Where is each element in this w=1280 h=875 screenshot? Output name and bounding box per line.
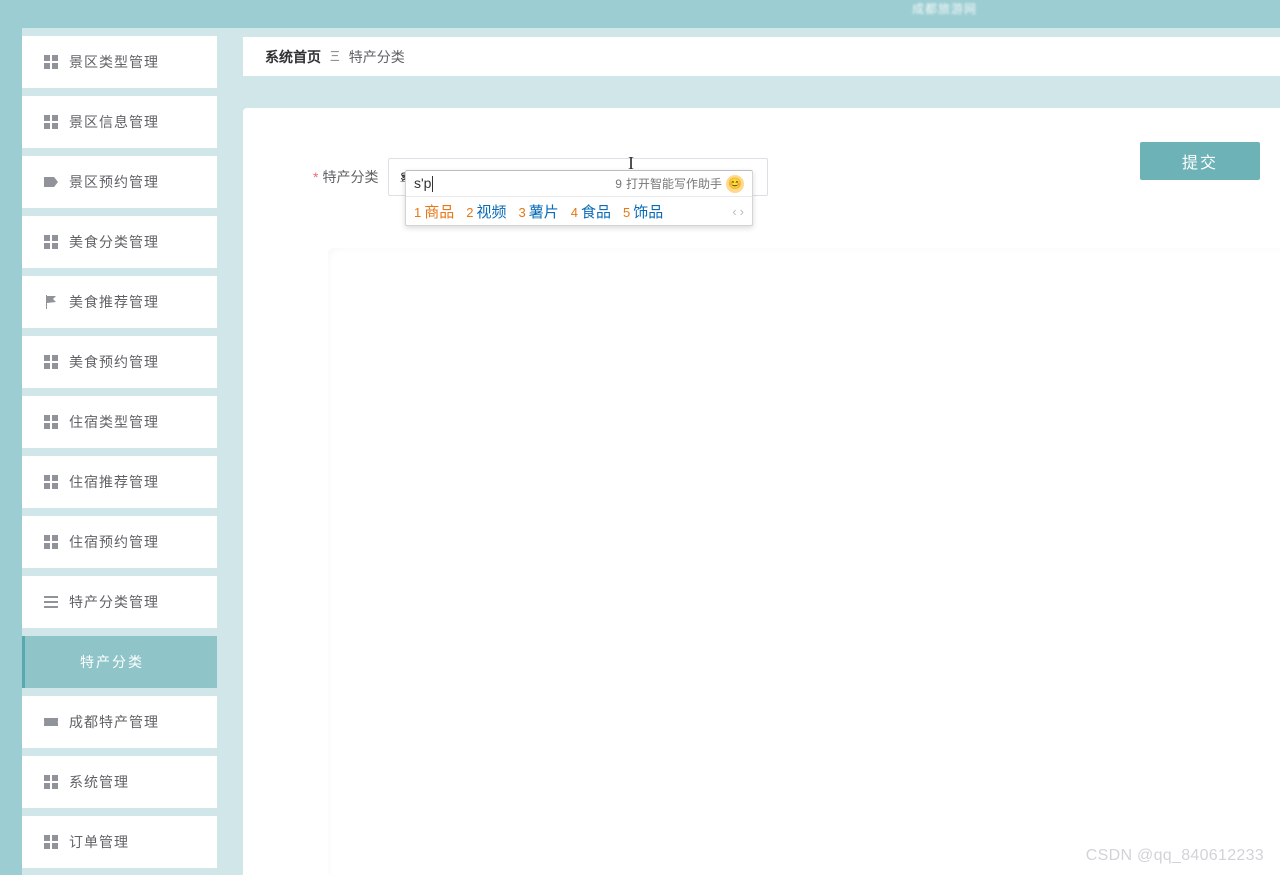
ime-candidate-1[interactable]: 1商品 bbox=[414, 201, 454, 222]
content-panel: * 特产分类 sp 提交 bbox=[243, 108, 1280, 875]
ime-candidate-5[interactable]: 5饰品 bbox=[623, 201, 663, 222]
ime-cand-text: 薯片 bbox=[529, 201, 559, 222]
sidebar-item-label: 订单管理 bbox=[69, 832, 129, 852]
ime-prev-page[interactable]: ‹ bbox=[732, 204, 736, 219]
sidebar-item-10[interactable]: 特产分类 bbox=[22, 636, 217, 688]
sidebar-item-label: 住宿推荐管理 bbox=[69, 472, 159, 492]
ime-assist-hint[interactable]: 9 打开智能写作助手 😊 bbox=[615, 175, 744, 193]
ime-composition-row: s'p 9 打开智能写作助手 😊 bbox=[406, 171, 752, 197]
top-header-bar: 成都旅游网 bbox=[22, 0, 1280, 28]
sidebar-item-12[interactable]: 系统管理 bbox=[22, 756, 217, 808]
sidebar-item-label: 特产分类 bbox=[80, 652, 144, 672]
breadcrumb: 系统首页 Ξ 特产分类 bbox=[243, 37, 1280, 76]
ime-candidate-4[interactable]: 4食品 bbox=[571, 201, 611, 222]
ime-cand-text: 商品 bbox=[424, 201, 454, 222]
sidebar-item-0[interactable]: 景区类型管理 bbox=[22, 36, 217, 88]
ime-cand-num: 1 bbox=[414, 205, 421, 220]
submit-button[interactable]: 提交 bbox=[1140, 142, 1260, 180]
sidebar-item-9[interactable]: 特产分类管理 bbox=[22, 576, 217, 628]
sidebar-item-label: 住宿预约管理 bbox=[69, 532, 159, 552]
sidebar-item-label: 美食预约管理 bbox=[69, 352, 159, 372]
sidebar-item-4[interactable]: 美食推荐管理 bbox=[22, 276, 217, 328]
list-icon bbox=[44, 595, 58, 609]
sidebar-item-label: 美食推荐管理 bbox=[69, 292, 159, 312]
left-edge-strip bbox=[0, 0, 22, 875]
sidebar-item-label: 特产分类管理 bbox=[69, 592, 159, 612]
ime-cand-num: 2 bbox=[466, 205, 473, 220]
grid-icon bbox=[44, 55, 58, 69]
ime-cand-num: 5 bbox=[623, 205, 630, 220]
sidebar-item-7[interactable]: 住宿推荐管理 bbox=[22, 456, 217, 508]
field-label-category: 特产分类 bbox=[322, 167, 378, 187]
grid-icon bbox=[44, 115, 58, 129]
required-marker: * bbox=[313, 169, 318, 185]
sidebar-item-label: 景区预约管理 bbox=[69, 172, 159, 192]
grid-icon bbox=[44, 775, 58, 789]
ime-cand-text: 食品 bbox=[581, 201, 611, 222]
ime-cand-text: 视频 bbox=[476, 201, 506, 222]
ime-assist-emoji-icon: 😊 bbox=[726, 175, 744, 193]
ime-candidate-3[interactable]: 3薯片 bbox=[519, 201, 559, 222]
sidebar-nav: 景区类型管理景区信息管理景区预约管理美食分类管理美食推荐管理美食预约管理住宿类型… bbox=[22, 28, 217, 875]
sidebar-item-13[interactable]: 订单管理 bbox=[22, 816, 217, 868]
ime-pinyin: s'p bbox=[414, 176, 433, 192]
flag-icon bbox=[44, 295, 58, 309]
watermark-text: CSDN @qq_840612233 bbox=[1086, 847, 1264, 865]
sidebar-item-label: 景区类型管理 bbox=[69, 52, 159, 72]
sidebar-item-11[interactable]: 成都特产管理 bbox=[22, 696, 217, 748]
content-blank-area bbox=[328, 248, 1280, 875]
sidebar-item-label: 系统管理 bbox=[69, 772, 129, 792]
ime-cand-num: 3 bbox=[519, 205, 526, 220]
ime-cand-num: 4 bbox=[571, 205, 578, 220]
breadcrumb-separator-icon: Ξ bbox=[330, 48, 340, 65]
ime-next-page[interactable]: › bbox=[740, 204, 744, 219]
grid-icon bbox=[44, 415, 58, 429]
grid-icon bbox=[44, 475, 58, 489]
sidebar-item-1[interactable]: 景区信息管理 bbox=[22, 96, 217, 148]
ime-popup: s'p 9 打开智能写作助手 😊 1商品 2视频 3薯片 4食品 5饰品 ‹ › bbox=[405, 170, 753, 226]
sidebar-item-label: 美食分类管理 bbox=[69, 232, 159, 252]
ime-cand-text: 饰品 bbox=[633, 201, 663, 222]
sidebar-item-6[interactable]: 住宿类型管理 bbox=[22, 396, 217, 448]
label-icon bbox=[44, 175, 58, 189]
ime-assist-number: 9 bbox=[615, 177, 622, 191]
ime-candidates-row: 1商品 2视频 3薯片 4食品 5饰品 ‹ › bbox=[406, 197, 752, 225]
sidebar-item-label: 住宿类型管理 bbox=[69, 412, 159, 432]
sidebar-item-label: 成都特产管理 bbox=[69, 712, 159, 732]
ticket-icon bbox=[44, 715, 58, 729]
breadcrumb-home[interactable]: 系统首页 bbox=[265, 47, 321, 67]
ime-candidate-2[interactable]: 2视频 bbox=[466, 201, 506, 222]
grid-icon bbox=[44, 235, 58, 249]
sidebar-item-3[interactable]: 美食分类管理 bbox=[22, 216, 217, 268]
ime-assist-text: 打开智能写作助手 bbox=[626, 175, 722, 192]
sidebar-item-5[interactable]: 美食预约管理 bbox=[22, 336, 217, 388]
breadcrumb-page: 特产分类 bbox=[349, 47, 405, 67]
grid-icon bbox=[44, 835, 58, 849]
site-title: 成都旅游网 bbox=[912, 0, 977, 17]
grid-icon bbox=[44, 535, 58, 549]
sidebar-item-2[interactable]: 景区预约管理 bbox=[22, 156, 217, 208]
ime-pagination: ‹ › bbox=[732, 204, 744, 219]
grid-icon bbox=[44, 355, 58, 369]
sidebar-item-8[interactable]: 住宿预约管理 bbox=[22, 516, 217, 568]
sidebar-item-label: 景区信息管理 bbox=[69, 112, 159, 132]
